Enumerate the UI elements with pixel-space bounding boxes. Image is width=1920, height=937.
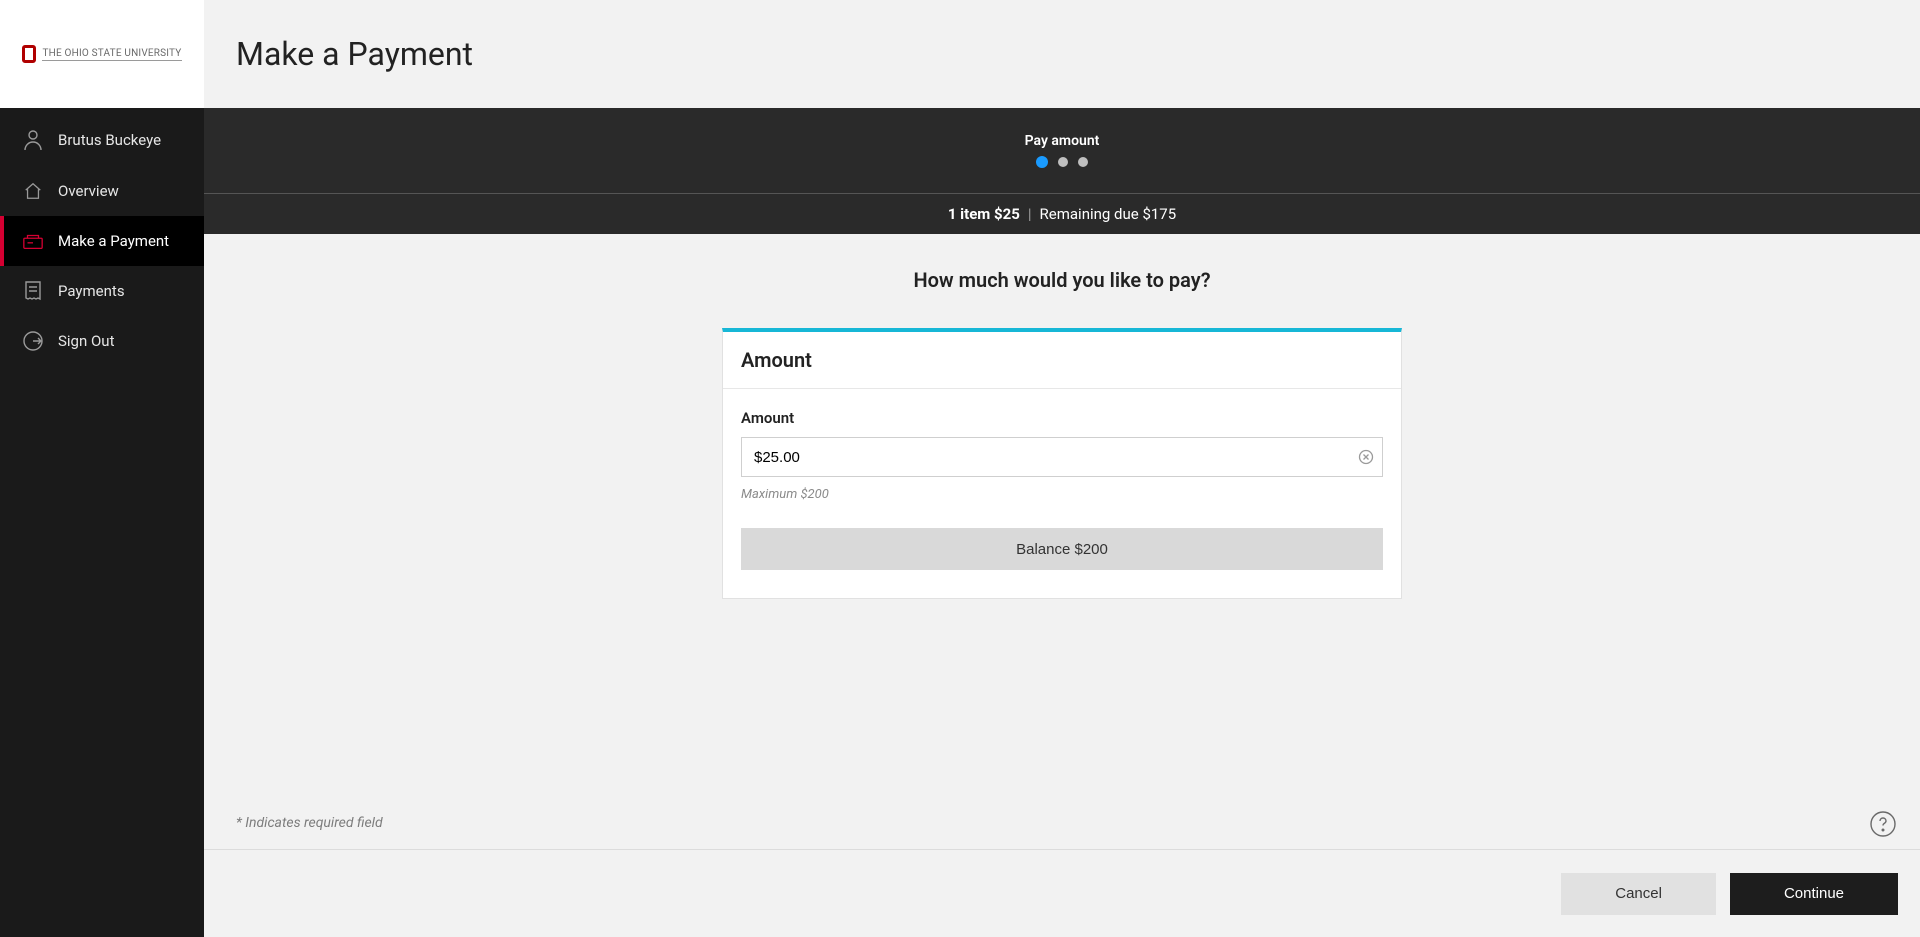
continue-button[interactable]: Continue bbox=[1730, 873, 1898, 915]
logo-text: The Ohio State University bbox=[42, 48, 181, 61]
balance-button[interactable]: Balance $200 bbox=[741, 528, 1383, 570]
amount-card-title: Amount bbox=[723, 332, 1401, 389]
logo-box: The Ohio State University bbox=[0, 0, 204, 108]
progress-summary: 1 item $25 | Remaining due $175 bbox=[204, 194, 1920, 234]
page-title: Make a Payment bbox=[204, 0, 1920, 108]
sidebar-item-label: Sign Out bbox=[58, 332, 114, 350]
sidebar-item-label: Make a Payment bbox=[58, 232, 169, 250]
clear-amount-icon[interactable] bbox=[1357, 448, 1375, 466]
amount-input-wrap bbox=[741, 437, 1383, 477]
sidebar-item-overview[interactable]: Overview bbox=[0, 166, 204, 216]
sidebar-item-label: Overview bbox=[58, 182, 119, 200]
progress-dot-3 bbox=[1078, 157, 1088, 167]
payment-icon bbox=[22, 230, 44, 252]
left-column: The Ohio State University Brutus Buckeye… bbox=[0, 0, 204, 937]
logo[interactable]: The Ohio State University bbox=[22, 45, 181, 63]
required-field-note: * Indicates required field bbox=[236, 815, 383, 831]
progress-dot-2 bbox=[1058, 157, 1068, 167]
content: How much would you like to pay? Amount A… bbox=[204, 234, 1920, 849]
sidebar-item-make-payment[interactable]: Make a Payment bbox=[0, 216, 204, 266]
progress-step-label: Pay amount bbox=[1025, 133, 1100, 149]
user-icon bbox=[22, 129, 44, 151]
help-icon[interactable] bbox=[1868, 809, 1898, 839]
amount-max-hint: Maximum $200 bbox=[741, 487, 1383, 502]
sidebar-item-label: Payments bbox=[58, 282, 125, 300]
progress-bar: Pay amount 1 item $25 | Remaining due $1… bbox=[204, 108, 1920, 234]
amount-field-label: Amount bbox=[741, 409, 1383, 427]
amount-input[interactable] bbox=[741, 437, 1383, 477]
sidebar-item-sign-out[interactable]: Sign Out bbox=[0, 316, 204, 366]
main: Make a Payment Pay amount 1 item $25 | R… bbox=[204, 0, 1920, 937]
home-icon bbox=[22, 180, 44, 202]
progress-step-header: Pay amount bbox=[204, 108, 1920, 194]
sign-out-icon bbox=[22, 330, 44, 352]
receipt-icon bbox=[22, 280, 44, 302]
sidebar-item-payments[interactable]: Payments bbox=[0, 266, 204, 316]
summary-separator: | bbox=[1028, 205, 1032, 223]
summary-items: 1 item $25 bbox=[948, 205, 1020, 223]
amount-card: Amount Amount Maximum $200 Balance $200 bbox=[722, 328, 1402, 599]
ohio-state-logo-icon bbox=[22, 45, 36, 63]
sidebar-item-label: Brutus Buckeye bbox=[58, 131, 161, 149]
summary-remaining: Remaining due $175 bbox=[1040, 205, 1177, 223]
pay-question: How much would you like to pay? bbox=[913, 268, 1210, 292]
cancel-button[interactable]: Cancel bbox=[1561, 873, 1716, 915]
progress-dots bbox=[1036, 157, 1088, 168]
sidebar: Brutus Buckeye Overview Make a Payment bbox=[0, 108, 204, 937]
footer: Cancel Continue bbox=[204, 849, 1920, 937]
progress-dot-1 bbox=[1036, 156, 1048, 168]
sidebar-item-user[interactable]: Brutus Buckeye bbox=[0, 114, 204, 166]
